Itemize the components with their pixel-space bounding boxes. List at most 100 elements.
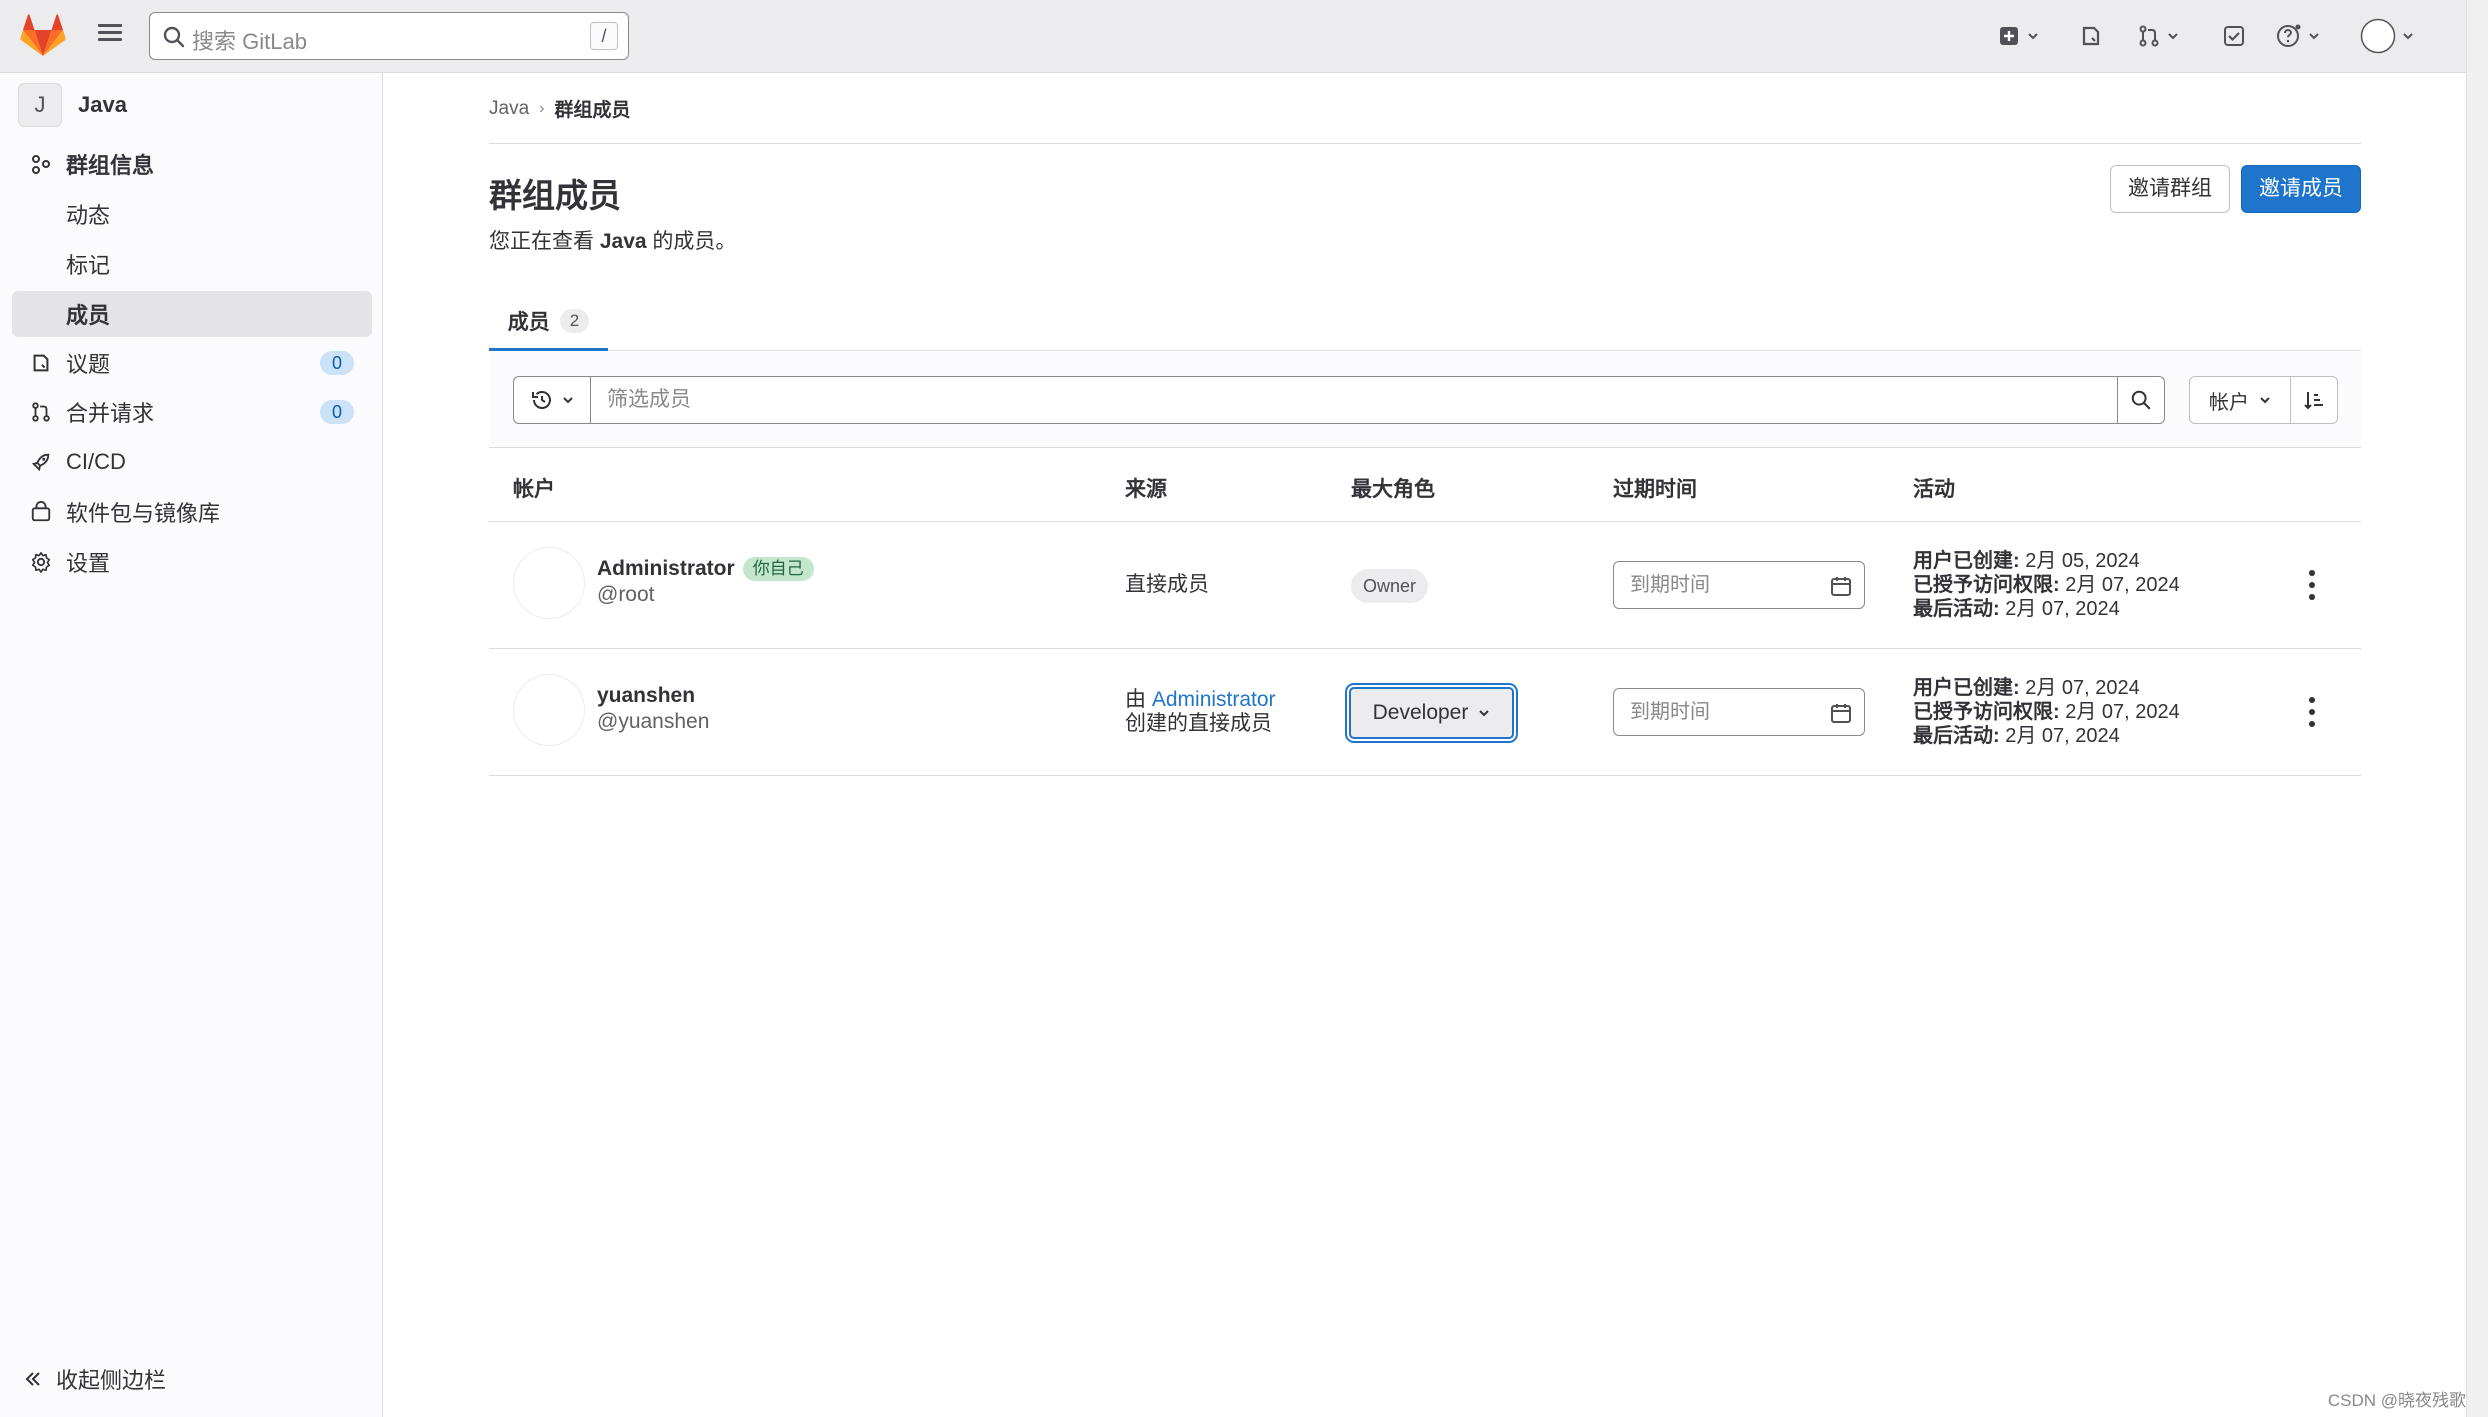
user-avatar-icon — [2360, 18, 2396, 54]
collapse-sidebar-button[interactable]: 收起侧边栏 — [24, 1363, 166, 1395]
activity-access-label: 已授予访问权限: — [1913, 701, 2060, 723]
group-name: Java — [78, 92, 127, 117]
sidebar-item-group-info[interactable]: 群组信息 — [12, 141, 372, 187]
activity-created-label: 用户已创建: — [1913, 677, 2020, 699]
merge-requests-button[interactable] — [2137, 20, 2179, 52]
filter-search-button[interactable] — [2117, 376, 2165, 424]
merge-request-icon — [2139, 25, 2159, 47]
issues-button[interactable] — [2079, 20, 2103, 52]
sidebar-item-issues[interactable]: 议题 0 — [12, 340, 372, 386]
menu-toggle-button[interactable] — [94, 20, 126, 52]
sort-direction-button[interactable] — [2290, 376, 2338, 424]
activity-access-value: 2月 07, 2024 — [2065, 574, 2180, 596]
subtitle-group-name: Java — [599, 230, 647, 253]
more-actions-icon[interactable] — [2307, 570, 2317, 600]
member-source: 直接成员 — [1125, 573, 1209, 596]
source-suffix: 创建的直接成员 — [1125, 712, 1272, 735]
sidebar-item-label: 成员 — [66, 303, 111, 328]
member-name[interactable]: yuanshen — [597, 684, 695, 708]
todos-button[interactable] — [2222, 20, 2246, 52]
member-activity: 用户已创建: 2月 07, 2024 已授予访问权限: 2月 07, 2024 … — [1913, 676, 2180, 748]
column-header-activity: 活动 — [1913, 478, 1955, 501]
search-shortcut-key: / — [590, 22, 618, 50]
invite-group-button[interactable]: 邀请群组 — [2110, 165, 2230, 213]
help-icon — [2277, 24, 2301, 47]
page-title: 群组成员 — [489, 177, 621, 214]
member-name-text: yuanshen — [597, 684, 696, 707]
sidebar-item-label: 议题 — [66, 352, 111, 377]
sidebar-item-activity[interactable]: 动态 — [12, 191, 372, 237]
tab-count-badge: 2 — [559, 308, 590, 333]
activity-last-label: 最后活动: — [1913, 725, 2000, 747]
role-badge: Owner — [1351, 569, 1429, 603]
role-dropdown[interactable]: Developer — [1349, 687, 1514, 739]
activity-access-label: 已授予访问权限: — [1913, 574, 2060, 596]
sort-ascending-icon — [2304, 392, 2323, 410]
column-header-expiration: 过期时间 — [1613, 478, 1697, 501]
sidebar-item-label: 合并请求 — [66, 401, 155, 426]
group-avatar: J — [18, 83, 62, 127]
sidebar-item-packages[interactable]: 软件包与镜像库 — [12, 489, 372, 535]
sidebar-item-cicd[interactable]: CI/CD — [12, 439, 372, 485]
avatar[interactable] — [513, 674, 585, 746]
avatar[interactable] — [513, 547, 585, 619]
calendar-icon — [1831, 577, 1851, 596]
member-username: @root — [597, 583, 655, 606]
group-context-switcher[interactable]: J Java — [18, 83, 127, 127]
rocket-icon — [28, 449, 54, 475]
collapse-sidebar-label: 收起侧边栏 — [56, 1368, 167, 1393]
members-table-header: 帐户 来源 最大角色 过期时间 活动 — [489, 449, 2361, 522]
issues-count-badge: 0 — [320, 351, 354, 375]
sidebar-item-members[interactable]: 成员 — [12, 291, 372, 337]
chevron-down-icon — [2309, 33, 2319, 40]
todo-checkbox-icon — [2224, 26, 2244, 46]
tab-members[interactable]: 成员 2 — [489, 293, 608, 351]
chevron-down-icon — [2168, 33, 2178, 40]
activity-last-value: 2月 07, 2024 — [2005, 598, 2120, 620]
more-actions-icon[interactable] — [2307, 697, 2317, 727]
expiration-date-input[interactable]: 到期时间 — [1613, 688, 1865, 736]
role-dropdown-label: Developer — [1372, 701, 1469, 724]
sidebar-item-merge-requests[interactable]: 合并请求 0 — [12, 389, 372, 435]
gitlab-logo-icon[interactable] — [20, 14, 66, 58]
sidebar-item-label: 标记 — [66, 253, 111, 278]
top-bar: 搜索 GitLab / — [0, 0, 2466, 73]
activity-created-value: 2月 07, 2024 — [2025, 677, 2140, 699]
sort-field-label: 帐户 — [2209, 391, 2249, 414]
user-menu-button[interactable] — [2360, 18, 2414, 54]
chevron-down-icon — [2260, 397, 2270, 404]
sidebar: J Java 群组信息 动态 标记 成员 议题 0 合并请求 0 CI/CD 软… — [0, 73, 383, 1417]
source-user-link[interactable]: Administrator — [1152, 688, 1276, 711]
chevron-down-icon — [563, 397, 573, 404]
subtitle-suffix: 的成员。 — [652, 230, 737, 253]
chevron-down-icon — [2028, 33, 2038, 40]
issues-icon — [2082, 26, 2100, 46]
invite-member-button[interactable]: 邀请成员 — [2241, 165, 2361, 213]
group-icon — [28, 151, 54, 177]
sidebar-item-settings[interactable]: 设置 — [12, 539, 372, 585]
help-button[interactable] — [2276, 20, 2320, 52]
activity-created-value: 2月 05, 2024 — [2025, 550, 2140, 572]
chevron-down-icon — [2403, 33, 2413, 40]
activity-last-label: 最后活动: — [1913, 598, 2000, 620]
member-name[interactable]: Administrator 你自己 — [597, 557, 814, 581]
you-badge: 你自己 — [742, 557, 814, 581]
filter-members-input[interactable]: 筛选成员 — [590, 376, 2118, 424]
sidebar-item-label: 动态 — [66, 203, 111, 228]
expiration-date-input[interactable]: 到期时间 — [1613, 561, 1865, 609]
column-header-account: 帐户 — [513, 478, 555, 501]
watermark: CSDN @晓夜残歌 — [2327, 1391, 2466, 1410]
breadcrumb-current[interactable]: 群组成员 — [554, 95, 630, 122]
tabs: 成员 2 — [489, 293, 2361, 351]
activity-last-value: 2月 07, 2024 — [2005, 725, 2120, 747]
sidebar-item-labels[interactable]: 标记 — [12, 241, 372, 287]
global-search-input[interactable]: 搜索 GitLab / — [149, 12, 629, 60]
merge-request-icon — [28, 399, 54, 425]
breadcrumb-parent-link[interactable]: Java — [489, 98, 529, 120]
page-scrollbar[interactable] — [2466, 0, 2488, 1417]
create-new-button[interactable] — [1997, 20, 2039, 52]
search-placeholder: 搜索 GitLab — [192, 29, 307, 54]
recent-searches-button[interactable] — [513, 376, 591, 424]
sort-field-dropdown[interactable]: 帐户 — [2189, 376, 2291, 424]
table-row: Administrator 你自己 @root 直接成员 Owner 到期时间 … — [489, 523, 2361, 649]
